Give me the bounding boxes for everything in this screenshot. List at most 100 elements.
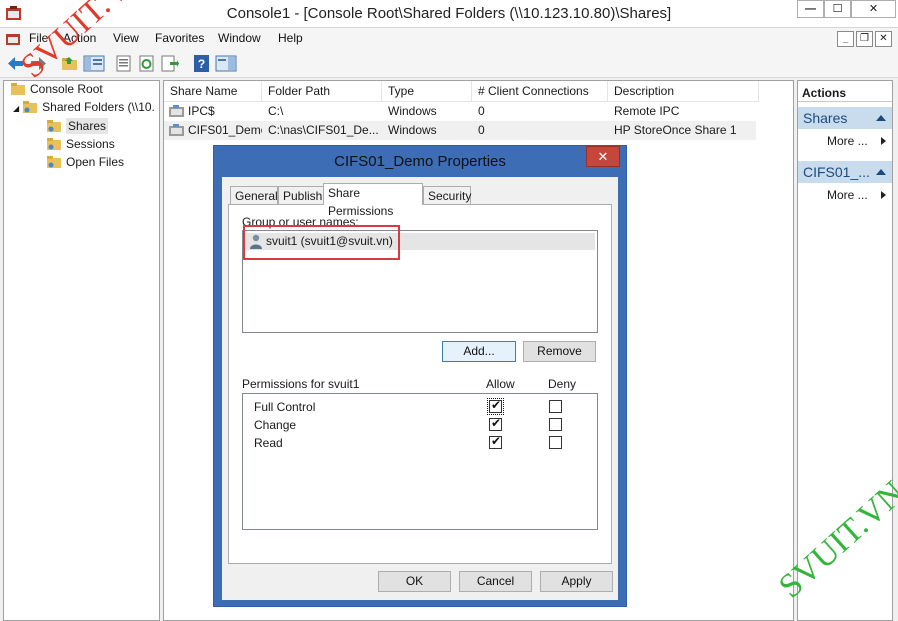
allow-read-checkbox[interactable]: ✔ <box>489 434 502 449</box>
menu-window[interactable]: Window <box>218 31 261 45</box>
permissions-list: Full Control ✔ Change ✔ Read ✔ <box>242 393 598 530</box>
table-row[interactable]: IPC$ C:\ Windows 0 Remote IPC <box>164 102 756 121</box>
cell-description: HP StoreOnce Share 1 <box>614 123 737 137</box>
tab-general[interactable]: General <box>230 186 278 205</box>
menu-file[interactable]: File <box>29 31 48 45</box>
close-button[interactable]: ✕ <box>851 0 896 18</box>
deny-header: Deny <box>548 377 577 391</box>
actions-more-cifs01[interactable]: More ... <box>798 186 892 204</box>
tree-item-label: Shared Folders (\\10. <box>42 100 155 114</box>
actions-group-title: Shares <box>803 110 848 126</box>
column-header-type[interactable]: Type <box>382 81 472 102</box>
mdi-restore-button[interactable]: ❐ <box>856 31 873 47</box>
actions-more-shares[interactable]: More ... <box>798 132 892 150</box>
permissions-label: Permissions for svuit1 <box>242 377 360 391</box>
minimize-button[interactable]: — <box>797 0 824 18</box>
check-mark-icon: ✔ <box>491 434 502 448</box>
tree-item-console-root[interactable]: Console Root <box>10 82 103 100</box>
actions-group-title: CIFS01_... <box>803 164 870 180</box>
actions-item-label: More ... <box>827 188 868 202</box>
back-arrow-icon[interactable] <box>6 54 25 73</box>
collapse-triangle-icon[interactable] <box>876 115 886 121</box>
tree-item-sessions[interactable]: Sessions <box>46 137 115 155</box>
apply-button[interactable]: Apply <box>540 571 613 592</box>
up-folder-icon[interactable] <box>60 54 79 73</box>
table-row[interactable]: CIFS01_Demo C:\nas\CIFS01_De... Windows … <box>164 121 756 140</box>
check-mark-icon: ✔ <box>491 416 502 430</box>
menu-action[interactable]: Action <box>63 31 96 45</box>
svg-text:?: ? <box>198 57 205 71</box>
actions-group-cifs01[interactable]: CIFS01_... <box>798 161 892 183</box>
actions-header: Actions <box>798 84 892 102</box>
tab-security[interactable]: Security <box>423 186 471 205</box>
submenu-arrow-icon <box>881 137 886 145</box>
dialog-close-button[interactable]: ✕ <box>586 146 620 167</box>
actions-group-shares[interactable]: Shares <box>798 107 892 129</box>
cell-folder-path: C:\nas\CIFS01_De... <box>268 123 379 137</box>
export-list-icon[interactable] <box>160 54 179 73</box>
deny-full-control-checkbox[interactable] <box>549 400 562 413</box>
actions-item-label: More ... <box>827 134 868 148</box>
tree-item-label: Console Root <box>30 82 103 96</box>
help-icon[interactable]: ? <box>192 54 211 73</box>
mdi-minimize-button[interactable]: _ <box>837 31 854 47</box>
ok-button[interactable]: OK <box>378 571 451 592</box>
open-files-icon <box>47 156 61 168</box>
remove-button[interactable]: Remove <box>523 341 596 362</box>
sessions-icon <box>47 138 61 150</box>
cell-description: Remote IPC <box>614 104 680 118</box>
toolbar: ? <box>0 50 898 78</box>
shares-icon <box>47 120 61 132</box>
tree-item-label: Sessions <box>66 137 115 151</box>
tree-item-shares[interactable]: Shares <box>46 118 109 137</box>
show-hide-action-pane-icon[interactable] <box>215 54 237 73</box>
actions-pane: Actions Shares More ... CIFS01_... More … <box>797 80 893 621</box>
maximize-button[interactable]: ☐ <box>824 0 851 18</box>
column-header-description[interactable]: Description <box>608 81 759 102</box>
shared-folders-icon <box>23 101 38 113</box>
tree-item-shared-folders[interactable]: ◢ Shared Folders (\\10. <box>13 100 155 118</box>
folder-icon <box>11 83 25 95</box>
allow-change-checkbox[interactable]: ✔ <box>489 416 502 431</box>
dialog-title: CIFS01_Demo Properties <box>334 153 506 170</box>
add-button[interactable]: Add... <box>442 341 516 362</box>
show-hide-tree-icon[interactable] <box>83 54 105 73</box>
menu-help[interactable]: Help <box>278 31 303 45</box>
mdi-close-button[interactable]: ✕ <box>875 31 892 47</box>
cell-share-name: IPC$ <box>188 104 215 118</box>
console-doc-icon[interactable] <box>5 31 21 47</box>
column-header-client-connections[interactable]: # Client Connections <box>472 81 608 102</box>
cancel-button[interactable]: Cancel <box>459 571 532 592</box>
tree-item-open-files[interactable]: Open Files <box>46 155 124 173</box>
refresh-icon[interactable] <box>137 54 156 73</box>
permission-name: Full Control <box>254 400 316 414</box>
console-tree: Console Root ◢ Shared Folders (\\10. Shar… <box>3 80 160 621</box>
deny-change-checkbox[interactable] <box>549 418 562 431</box>
tree-item-label: Shares <box>66 118 109 134</box>
tab-share-permissions[interactable]: Share Permissions <box>323 183 423 218</box>
forward-arrow-icon[interactable] <box>29 54 48 73</box>
cell-client-connections: 0 <box>478 123 485 137</box>
properties-dialog: CIFS01_Demo Properties ✕ General Publish… <box>213 145 627 607</box>
allow-header: Allow <box>486 377 515 391</box>
tree-expander-icon[interactable]: ◢ <box>13 104 19 113</box>
cell-share-name: CIFS01_Demo <box>188 123 262 137</box>
list-header: Share Name Folder Path Type # Client Con… <box>164 81 759 102</box>
check-mark-icon: ✔ <box>491 398 502 412</box>
submenu-arrow-icon <box>881 191 886 199</box>
allow-full-control-checkbox[interactable]: ✔ <box>487 398 504 415</box>
collapse-triangle-icon[interactable] <box>876 169 886 175</box>
menu-view[interactable]: View <box>113 31 139 45</box>
cell-client-connections: 0 <box>478 104 485 118</box>
deny-read-checkbox[interactable] <box>549 436 562 449</box>
column-header-share-name[interactable]: Share Name <box>164 81 262 102</box>
tab-publish[interactable]: Publish <box>278 186 324 205</box>
window-title: Console1 - [Console Root\Shared Folders … <box>226 5 672 22</box>
highlight-annotation <box>243 225 400 260</box>
cell-folder-path: C:\ <box>268 104 284 118</box>
cell-type: Windows <box>388 104 437 118</box>
column-header-folder-path[interactable]: Folder Path <box>262 81 382 102</box>
properties-icon[interactable] <box>114 54 133 73</box>
menu-favorites[interactable]: Favorites <box>155 31 204 45</box>
tree-item-label: Open Files <box>66 155 125 169</box>
